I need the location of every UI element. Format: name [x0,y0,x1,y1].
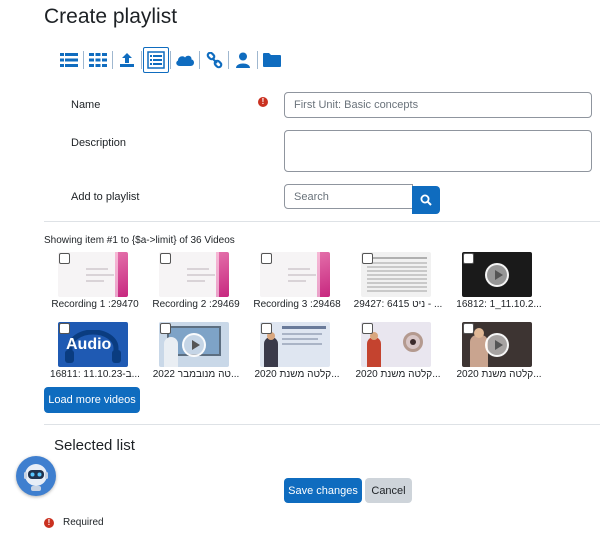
toolbar-divider [170,51,171,69]
video-item[interactable]: Recording 2 :29469 [147,250,245,316]
play-icon [485,263,509,287]
list-icon[interactable] [56,47,82,73]
section-divider [44,221,600,222]
video-checkbox[interactable] [463,323,474,334]
description-textarea[interactable] [284,130,592,172]
video-item[interactable]: 2020 קלטה משנת... [248,320,346,386]
video-caption: Recording 2 :29469 [152,299,240,310]
video-caption: 2020 קלטה משנת... [355,369,441,380]
cloud-icon[interactable] [172,47,198,73]
load-more-button[interactable]: Load more videos [44,387,140,413]
toolbar-divider [112,51,113,69]
video-caption: Recording 1 :29470 [51,299,139,310]
search-icon [420,194,432,206]
video-checkbox[interactable] [362,253,373,264]
video-caption: 16811: 11.10.23-ב... [50,369,140,380]
toolbar-divider [228,51,229,69]
cancel-button[interactable]: Cancel [365,478,412,503]
audio-label: Audio [66,336,112,353]
name-input[interactable] [284,92,592,118]
save-changes-button[interactable]: Save changes [284,478,362,503]
video-checkbox[interactable] [59,253,70,264]
video-checkbox[interactable] [59,323,70,334]
video-checkbox[interactable] [463,253,474,264]
video-checkbox[interactable] [160,253,171,264]
media-toolbar [56,47,285,73]
required-icon: ! [258,97,268,107]
toolbar-divider [257,51,258,69]
video-item[interactable]: Audio 16811: 11.10.23-ב... [46,320,144,386]
search-button[interactable] [412,186,440,214]
play-icon [485,333,509,357]
page-title: Create playlist [44,5,178,28]
toolbar-divider [199,51,200,69]
video-checkbox[interactable] [261,253,272,264]
video-caption: 29427: 6415 ניט - ... [353,299,443,310]
video-item[interactable]: 2022 טה מנובמבר... [147,320,245,386]
selected-list-title: Selected list [54,437,135,454]
video-caption: 2020 קלטה משנת... [254,369,340,380]
video-item[interactable]: 2020 קלטה משנת... [450,320,548,386]
video-item[interactable]: Recording 3 :29468 [248,250,346,316]
video-caption: 16812: 1_11.10.2... [456,299,542,310]
required-note: ! Required [44,517,104,528]
link-icon[interactable] [201,47,227,73]
description-label: Description [71,137,127,149]
video-item[interactable]: 16812: 1_11.10.2... [450,250,548,316]
video-caption: Recording 3 :29468 [253,299,341,310]
play-icon [182,333,206,357]
playlist-icon[interactable] [143,47,169,73]
video-item[interactable]: Recording 1 :29470 [46,250,144,316]
search-input[interactable] [284,184,413,209]
toolbar-divider [141,51,142,69]
folder-icon[interactable] [259,47,285,73]
video-caption: 2020 קלטה משנת... [456,369,542,380]
video-checkbox[interactable] [160,323,171,334]
video-checkbox[interactable] [362,323,373,334]
video-item[interactable]: 2020 קלטה משנת... [349,320,447,386]
add-to-playlist-label: Add to playlist [71,191,140,203]
video-checkbox[interactable] [261,323,272,334]
video-caption: 2022 טה מנובמבר... [152,369,240,380]
toolbar-divider [83,51,84,69]
video-item[interactable]: 29427: 6415 ניט - ... [349,250,447,316]
assistant-bot-icon[interactable] [16,456,56,496]
name-label: Name [71,99,101,111]
grid-icon[interactable] [85,47,111,73]
showing-count-text: Showing item #1 to {$a->limit} of 36 Vid… [44,235,235,246]
section-divider [44,424,600,425]
required-label: Required [63,517,104,528]
required-icon: ! [44,517,54,528]
user-icon[interactable] [230,47,256,73]
upload-icon[interactable] [114,47,140,73]
